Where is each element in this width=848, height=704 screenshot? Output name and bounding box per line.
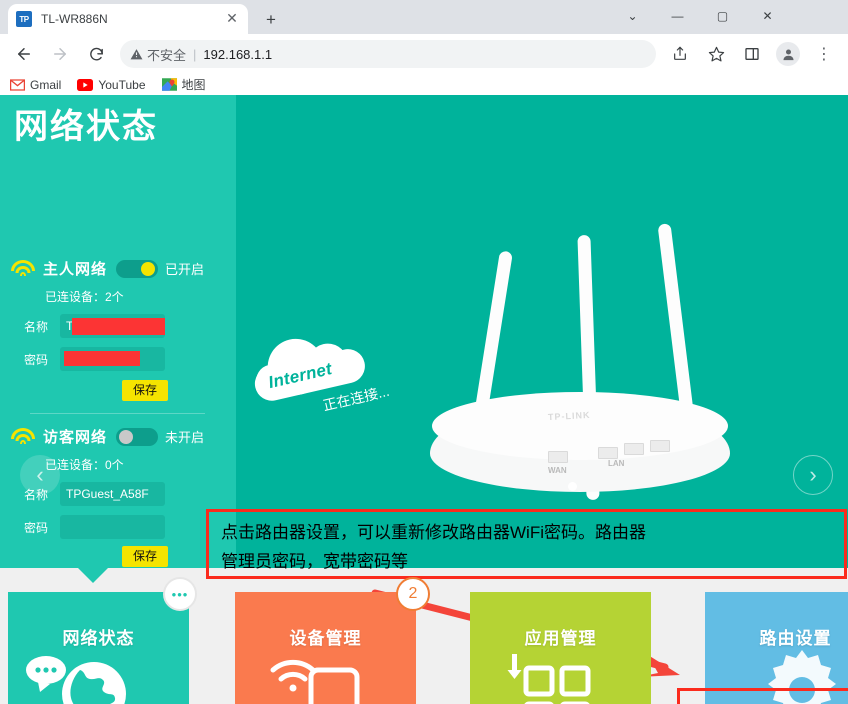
annotation-highlight-box <box>677 688 848 704</box>
nav-card-network-status[interactable]: 网络状态 <box>8 592 189 704</box>
page-title: 网络状态 <box>14 108 158 146</box>
maximize-button[interactable]: ▢ <box>700 0 745 32</box>
browser-menu-icon[interactable]: ⋮ <box>809 39 839 69</box>
globe-chat-icon <box>26 656 126 704</box>
bookmark-maps[interactable]: 地图 <box>161 76 206 93</box>
window-controls: ⌄ — ▢ ✕ <box>610 0 790 32</box>
side-panel-icon[interactable] <box>737 39 767 69</box>
card-badge-count: 2 <box>396 577 430 611</box>
wifi-icon <box>10 427 36 447</box>
bookmark-gmail[interactable]: Gmail <box>10 78 61 92</box>
close-icon[interactable]: ✕ <box>224 11 240 27</box>
star-icon[interactable] <box>701 39 731 69</box>
router-admin-page: 网络状态 主人网络 已开启 已连设备：2个 名称 T 密码 保存 访客网络 未开… <box>0 95 848 704</box>
wan-label: WAN <box>548 466 567 475</box>
carousel-next-button[interactable]: › <box>793 455 833 495</box>
browser-toolbar: 不安全 | 192.168.1.1 ⋮ <box>0 34 848 74</box>
bookmark-label: Gmail <box>30 77 62 92</box>
bottom-nav-cards: 网络状态 设备管理 应用管理 路由设置 ••• 2 <box>0 575 848 704</box>
not-secure-icon[interactable]: 不安全 <box>130 45 186 64</box>
forward-icon[interactable] <box>45 39 75 69</box>
download-grid-icon <box>507 654 591 704</box>
not-secure-label: 不安全 <box>147 47 187 63</box>
redaction-bar <box>64 351 140 366</box>
panel-divider <box>30 413 205 414</box>
guest-ssid-input[interactable]: TPGuest_A58F <box>60 482 165 506</box>
router-top <box>432 392 728 460</box>
bookmark-youtube[interactable]: YouTube <box>77 77 146 92</box>
tab-title: TL-WR886N <box>41 12 108 26</box>
guest-network-label: 访客网络 <box>43 429 108 446</box>
host-network-header: 主人网络 已开启 <box>0 258 236 279</box>
host-network-toggle[interactable] <box>116 259 159 278</box>
tab-search-icon[interactable]: ⌄ <box>610 0 655 32</box>
card-title: 设备管理 <box>289 629 362 648</box>
tab-strip: TP TL-WR886N ✕ + ⌄ — ▢ ✕ <box>0 0 848 34</box>
guest-password-label: 密码 <box>24 520 49 535</box>
host-ssid-row: 名称 T <box>0 314 236 338</box>
annotation-callout: 点击路由器设置，可以重新修改路由器WiFi密码。路由器 管理员密码，宽带密码等 <box>206 509 847 579</box>
back-icon[interactable] <box>9 39 39 69</box>
carousel-prev-button[interactable]: ‹ <box>20 455 60 495</box>
window-close-button[interactable]: ✕ <box>745 0 790 32</box>
guest-network-header: 访客网络 未开启 <box>0 426 236 447</box>
minimize-button[interactable]: — <box>655 0 700 32</box>
reload-icon[interactable] <box>81 39 111 69</box>
lan-port <box>650 440 670 452</box>
guest-password-row: 密码 <box>0 515 236 539</box>
annotation-line-2: 管理员密码，宽带密码等 <box>221 552 408 571</box>
url-text: 192.168.1.1 <box>203 46 273 62</box>
host-ssid-label: 名称 <box>24 319 49 334</box>
guest-network-state: 未开启 <box>165 430 205 445</box>
host-network-block: 主人网络 已开启 已连设备：2个 名称 T 密码 <box>0 258 236 371</box>
card-title: 应用管理 <box>524 629 597 648</box>
nav-card-app-management[interactable]: 应用管理 <box>470 592 651 704</box>
nav-card-device-management[interactable]: 设备管理 <box>235 592 416 704</box>
tab-favicon-icon: TP <box>16 11 32 27</box>
wifi-device-icon <box>270 659 360 704</box>
bookmark-label: YouTube <box>98 77 146 92</box>
lan-port <box>624 443 644 455</box>
maps-icon <box>161 78 177 91</box>
share-icon[interactable] <box>665 39 695 69</box>
host-network-label: 主人网络 <box>43 261 108 278</box>
host-ssid-input[interactable]: T <box>60 314 165 338</box>
new-tab-button[interactable]: + <box>258 7 284 33</box>
browser-tab[interactable]: TP TL-WR886N ✕ <box>8 4 248 34</box>
gmail-icon <box>10 78 25 91</box>
card-badge-more-icon[interactable]: ••• <box>163 577 197 611</box>
guest-save-button[interactable]: 保存 <box>122 546 168 567</box>
host-password-row: 密码 <box>0 347 236 371</box>
host-save-button[interactable]: 保存 <box>122 380 168 401</box>
annotation-line-1: 点击路由器设置，可以重新修改路由器WiFi密码。路由器 <box>221 523 646 542</box>
bookmarks-bar: Gmail YouTube 地图 <box>0 74 848 95</box>
wan-port <box>548 451 568 463</box>
router-led <box>568 482 577 491</box>
omnibox-separator: | <box>193 46 197 62</box>
avatar[interactable] <box>773 39 803 69</box>
lan-port <box>598 447 618 459</box>
card-title: 网络状态 <box>62 629 135 648</box>
address-bar[interactable]: 不安全 | 192.168.1.1 <box>120 40 656 68</box>
redaction-bar <box>72 318 165 335</box>
host-network-state: 已开启 <box>165 262 205 277</box>
wifi-icon <box>10 259 36 279</box>
host-password-label: 密码 <box>24 352 49 367</box>
router-illustration: TP-LINK WAN LAN <box>430 223 750 515</box>
host-password-input[interactable] <box>60 347 165 371</box>
guest-password-input[interactable] <box>60 515 165 539</box>
bookmark-label: 地图 <box>181 78 206 92</box>
youtube-icon <box>77 78 94 91</box>
guest-network-toggle[interactable] <box>116 427 159 446</box>
host-device-count: 已连设备：2个 <box>45 290 124 304</box>
browser-chrome: TP TL-WR886N ✕ + ⌄ — ▢ ✕ 不安全 | 192.168.1… <box>0 0 848 95</box>
lan-label: LAN <box>608 459 625 468</box>
